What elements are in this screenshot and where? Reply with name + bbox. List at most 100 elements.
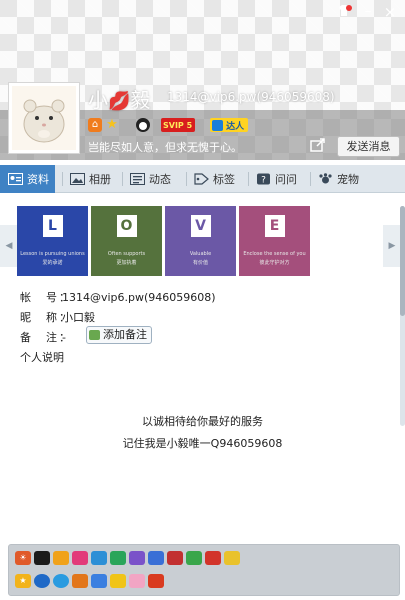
note-edit-icon	[89, 330, 100, 340]
tab-album[interactable]: 相册	[70, 165, 111, 193]
red-gem-icon[interactable]	[167, 551, 183, 565]
tab-divider	[248, 172, 249, 186]
close-button[interactable]: ×	[381, 4, 399, 20]
add-note-label: 添加备注	[103, 328, 147, 341]
qq-penguin-icon[interactable]	[34, 551, 50, 565]
purple-diamond-icon[interactable]	[129, 551, 145, 565]
personal-desc-label: 个人说明	[20, 351, 64, 364]
tab-tags[interactable]: 标签	[194, 165, 235, 193]
nickname-value: 小口毅	[62, 311, 95, 324]
skin-icon[interactable]	[335, 4, 353, 20]
photos-next-arrow[interactable]: ▶	[383, 225, 401, 267]
qzone-home-icon[interactable]: ⌂	[88, 118, 102, 132]
header-account: 1314@vip6.pw(946059608)	[167, 90, 335, 104]
sun-level-icon[interactable]: ☀	[15, 551, 31, 565]
yellow-diamond-icon[interactable]	[224, 551, 240, 565]
note-value: -	[62, 331, 66, 344]
photo-caption-cn: 爱的承诺	[42, 260, 63, 266]
tab-label: 问问	[275, 173, 297, 186]
feed-icon	[130, 173, 145, 185]
tab-label: 标签	[213, 173, 235, 186]
photo-thumbnail[interactable]: O Often supports 更加执着	[91, 206, 162, 276]
photo-thumbnail[interactable]: L Lesson is pursuing unions 爱的承诺	[17, 206, 88, 276]
photo-caption: Lesson is pursuing unions	[20, 251, 85, 257]
tab-label: 相册	[89, 173, 111, 186]
tab-pet[interactable]: 宠物	[318, 165, 359, 193]
tab-divider	[122, 172, 123, 186]
photo-album-icon	[70, 173, 85, 185]
tab-feed[interactable]: 动态	[130, 165, 171, 193]
vip-yellow-icon[interactable]	[53, 551, 69, 565]
blue-diamond-icon[interactable]	[91, 551, 107, 565]
photo-letter: V	[190, 215, 211, 237]
photo-letter: O	[116, 215, 137, 237]
penguin-icon	[136, 118, 150, 132]
photo-letter: L	[42, 215, 63, 237]
photo-caption: Valuable	[189, 251, 212, 257]
weibo-icon[interactable]	[72, 574, 88, 588]
star-icon[interactable]: ★	[15, 574, 31, 588]
share-icon[interactable]	[310, 138, 326, 152]
signature: 岂能尽如人意，但求无愧于心。	[88, 141, 242, 154]
tab-ask[interactable]: ? 问问	[256, 165, 297, 193]
nickname-label: 昵 称：	[20, 311, 72, 324]
tab-label: 资料	[27, 173, 49, 186]
tab-label: 动态	[149, 173, 171, 186]
notification-dot	[346, 5, 352, 11]
tab-profile[interactable]: 资料	[0, 165, 55, 193]
personal-desc-line: 以诚相待给你最好的服务	[142, 415, 263, 428]
qq-pay-icon[interactable]	[53, 574, 69, 588]
svg-text:?: ?	[261, 176, 266, 186]
tab-bar: 资料 相册 动态 标签 ? 问问 宠物	[0, 165, 405, 193]
note-label: 备 注：	[20, 331, 72, 344]
photo-caption-cn: 有价值	[192, 260, 208, 266]
flower-icon[interactable]	[129, 574, 145, 588]
nickname-suffix: 毅	[130, 88, 151, 112]
scrollbar-thumb[interactable]	[400, 206, 405, 316]
photo-thumbnail[interactable]: E Enclose the sense of you 彼此守护对方	[239, 206, 310, 276]
level-star-icon[interactable]: ★	[105, 118, 119, 132]
hamster-avatar-icon	[12, 86, 76, 150]
shield-icon[interactable]	[34, 574, 50, 588]
send-message-button[interactable]: 发送消息	[337, 136, 400, 157]
crown-icon[interactable]	[205, 551, 221, 565]
fire-icon[interactable]	[148, 574, 164, 588]
daren-s-icon	[212, 119, 224, 131]
svip-badge[interactable]: SVIP 5	[161, 118, 196, 132]
badge-row: ⌂ ★ SVIP 5 达人	[88, 117, 249, 133]
nickname-row: 昵 称：小口毅	[20, 309, 95, 325]
money-bag-icon[interactable]	[110, 574, 126, 588]
question-icon: ?	[257, 173, 270, 186]
photo-caption-cn: 彼此守护对方	[259, 260, 290, 266]
lips-icon: 💋	[108, 91, 131, 112]
daren-badge[interactable]: 达人	[210, 118, 249, 132]
account-row: 帐 号：1314@vip6.pw(946059608)	[20, 289, 216, 305]
account-value: 1314@vip6.pw(946059608)	[62, 291, 216, 304]
personal-desc-line: 记住我是小毅唯一Q946059608	[122, 437, 283, 450]
photo-caption-cn: 更加执着	[116, 260, 137, 266]
game-icon[interactable]	[148, 551, 164, 565]
nickname-prefix: 小	[88, 88, 108, 112]
tab-divider	[310, 172, 311, 186]
photo-thumbnail[interactable]: V Valuable 有价值	[165, 206, 236, 276]
music-icon[interactable]	[186, 551, 202, 565]
tab-divider	[186, 172, 187, 186]
pet-penguin-icon[interactable]	[91, 574, 107, 588]
pet-icon	[319, 173, 332, 184]
tab-label: 宠物	[337, 173, 359, 186]
tag-icon	[194, 173, 209, 185]
red-diamond-icon[interactable]	[72, 551, 88, 565]
note-row: 备 注：-	[20, 329, 72, 345]
service-icons-panel: ☀ ★	[8, 544, 400, 596]
minimize-button[interactable]: –	[359, 4, 377, 20]
photo-letter: E	[264, 215, 285, 237]
tab-divider	[62, 172, 63, 186]
avatar[interactable]	[8, 82, 80, 154]
profile-card-icon	[8, 173, 23, 185]
add-note-button[interactable]: 添加备注	[86, 326, 152, 344]
photo-caption: Often supports	[107, 251, 146, 257]
photo-caption: Enclose the sense of you	[243, 251, 306, 257]
green-diamond-icon[interactable]	[110, 551, 126, 565]
nickname-display: 小💋毅	[88, 84, 150, 113]
photos-prev-arrow[interactable]: ◀	[0, 225, 18, 267]
